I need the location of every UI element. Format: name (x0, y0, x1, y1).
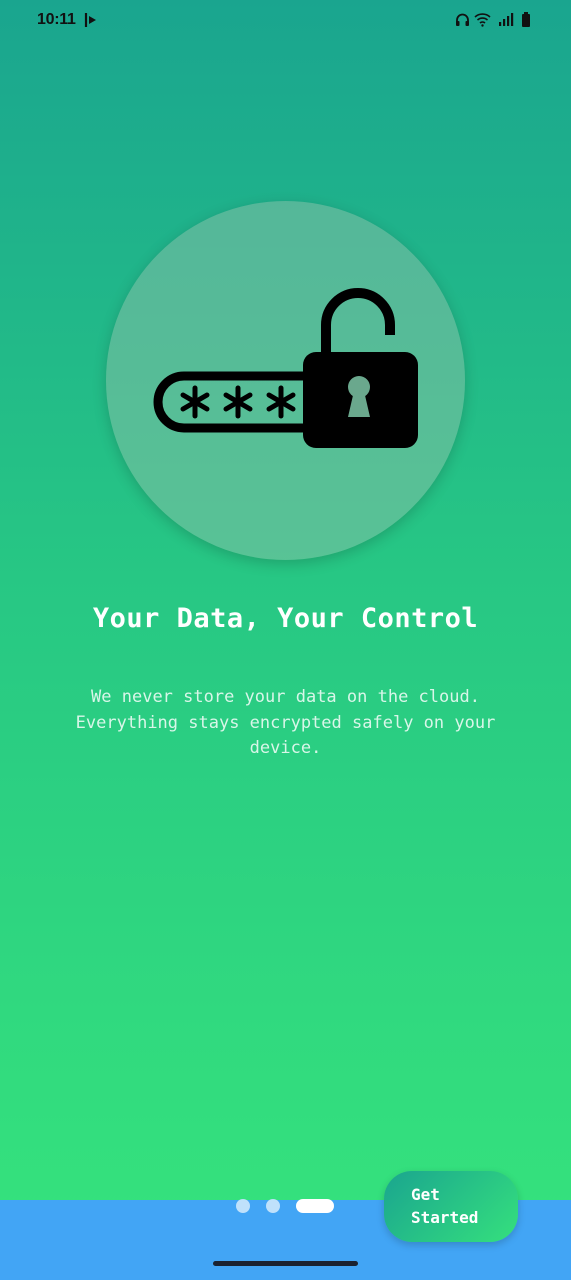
wifi-icon (474, 13, 491, 27)
page-dot[interactable] (236, 1199, 250, 1213)
page-dot-active[interactable] (296, 1199, 334, 1213)
password-unlocked-padlock-icon (153, 288, 418, 448)
notification-app-icon (84, 13, 96, 27)
battery-icon (522, 12, 530, 27)
status-time: 10:11 (37, 11, 76, 28)
signal-icon (499, 13, 514, 26)
onboarding-title: Your Data, Your Control (92, 603, 479, 634)
get-started-button[interactable]: Get Started (384, 1171, 518, 1242)
onboarding-description: We never store your data on the cloud. E… (75, 687, 496, 758)
status-bar: 10:11 (0, 0, 571, 42)
headphones-icon (456, 13, 469, 26)
page-dot[interactable] (266, 1199, 280, 1213)
home-indicator[interactable] (213, 1261, 358, 1266)
